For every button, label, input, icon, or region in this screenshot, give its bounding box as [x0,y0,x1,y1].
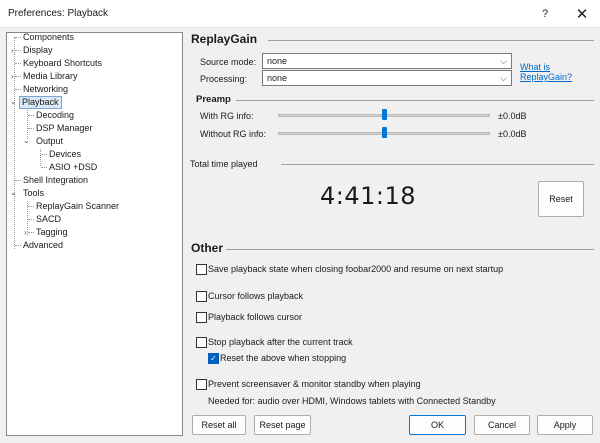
tree-item-dsp-manager[interactable]: DSP Manager [34,122,94,135]
tree-item-devices[interactable]: Devices [47,148,83,161]
prevent-screensaver-label: Prevent screensaver & monitor standby wh… [208,379,421,389]
prevent-screensaver-checkbox[interactable] [196,379,207,390]
tree-item-output[interactable]: Output [34,135,65,148]
ok-button[interactable]: OK [409,415,466,435]
window-title: Preferences: Playback [8,8,109,19]
close-button[interactable]: ✕ [564,0,600,28]
apply-button[interactable]: Apply [537,415,593,435]
reset-when-stopping-label: Reset the above when stopping [220,353,347,363]
playback-settings-panel: ReplayGain Source mode: none ⌵ What is R… [186,28,600,443]
with-rg-value: ±0.0dB [498,111,527,121]
preferences-tree[interactable]: Components › Display Keyboard Shortcuts … [6,32,183,436]
reset-total-time-button[interactable]: Reset [538,181,584,217]
tree-item-playback[interactable]: Playback [19,96,62,109]
save-playback-state-checkbox[interactable] [196,264,207,275]
total-time-value: 4:41:18 [320,182,417,210]
tree-item-advanced[interactable]: Advanced [21,239,65,252]
expand-icon[interactable]: › [24,226,27,239]
without-rg-value: ±0.0dB [498,129,527,139]
tree-guide [14,37,15,249]
cursor-follows-playback-checkbox[interactable] [196,291,207,302]
playback-follows-cursor-checkbox[interactable] [196,312,207,323]
preamp-heading: Preamp [196,94,231,105]
tree-item-decoding[interactable]: Decoding [34,109,76,122]
tree-item-media-library[interactable]: Media Library [21,70,80,83]
without-rg-slider-thumb[interactable] [382,127,387,138]
section-divider [236,100,594,101]
tree-item-components[interactable]: Components [21,31,76,44]
section-divider [268,40,594,41]
what-is-replaygain-link[interactable]: What is ReplayGain? [520,62,572,82]
expand-icon[interactable]: › [11,44,14,57]
reset-page-button[interactable]: Reset page [254,415,311,435]
processing-select[interactable]: none ⌵ [262,70,512,86]
stop-after-current-checkbox[interactable] [196,337,207,348]
tree-item-networking[interactable]: Networking [21,83,70,96]
link-line-2: ReplayGain? [520,72,573,82]
cursor-follows-playback-label: Cursor follows playback [208,291,304,301]
chevron-down-icon: ⌵ [500,73,507,83]
section-divider [281,164,594,165]
processing-label: Processing: [200,74,248,84]
with-rg-label: With RG info: [200,111,254,121]
tree-item-tools[interactable]: Tools [21,187,46,200]
tree-item-keyboard-shortcuts[interactable]: Keyboard Shortcuts [21,57,104,70]
tree-item-asio-dsd[interactable]: ASIO +DSD [47,161,99,174]
source-mode-select[interactable]: none ⌵ [262,53,512,69]
stop-after-current-label: Stop playback after the current track [208,337,353,347]
section-divider [226,249,594,250]
collapse-icon[interactable]: ⌄ [23,134,30,147]
tree-item-sacd[interactable]: SACD [34,213,63,226]
reset-all-button[interactable]: Reset all [192,415,246,435]
expand-icon[interactable]: › [11,70,14,83]
checkmark-icon: ✓ [210,354,217,363]
collapse-icon[interactable]: ⌄ [10,186,17,199]
tree-item-shell-integration[interactable]: Shell Integration [21,174,90,187]
playback-follows-cursor-label: Playback follows cursor [208,312,303,322]
screensaver-note: Needed for: audio over HDMI, Windows tab… [208,396,496,406]
source-mode-label: Source mode: [200,57,257,67]
link-line-1: What is [520,62,551,72]
tree-guide [40,149,41,166]
processing-value: none [267,73,288,83]
reset-when-stopping-checkbox[interactable]: ✓ [208,353,219,364]
without-rg-label: Without RG info: [200,129,267,139]
title-bar: Preferences: Playback ? ✕ [0,0,600,28]
tree-item-tagging[interactable]: Tagging [34,226,70,239]
with-rg-slider-thumb[interactable] [382,109,387,120]
tree-item-display[interactable]: Display [21,44,55,57]
cancel-button[interactable]: Cancel [474,415,530,435]
total-time-label: Total time played [190,159,258,169]
replaygain-heading: ReplayGain [191,32,258,46]
tree-item-replaygain-scanner[interactable]: ReplayGain Scanner [34,200,121,213]
collapse-icon[interactable]: ⌄ [10,95,17,108]
save-playback-state-label: Save playback state when closing foobar2… [208,264,504,274]
other-heading: Other [191,241,224,255]
source-mode-value: none [267,56,288,66]
help-button[interactable]: ? [528,0,562,28]
chevron-down-icon: ⌵ [500,56,507,66]
